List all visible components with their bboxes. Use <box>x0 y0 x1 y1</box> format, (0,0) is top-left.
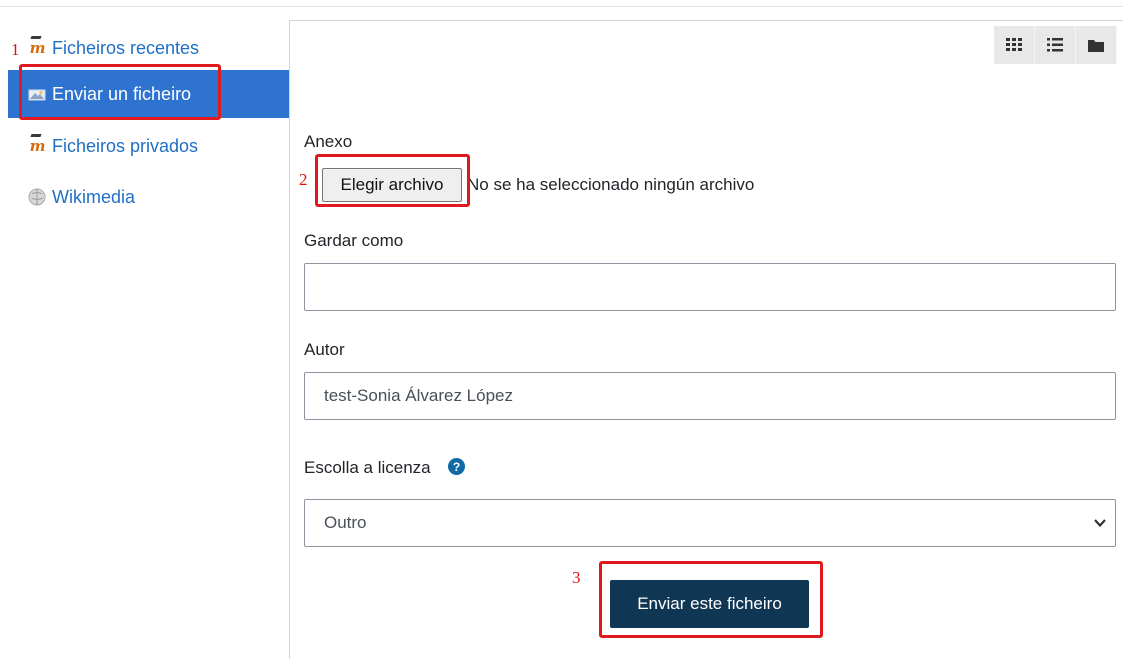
author-input[interactable] <box>304 372 1116 420</box>
grid-view-button[interactable] <box>994 26 1035 64</box>
upload-file-submit-button[interactable]: Enviar este ficheiro <box>610 580 809 628</box>
wikimedia-icon <box>26 186 48 208</box>
view-toggle-bar <box>994 26 1117 64</box>
list-view-icon <box>1047 38 1063 52</box>
grid-view-icon <box>1006 38 1022 52</box>
save-as-label: Gardar como <box>304 231 404 250</box>
choose-file-button[interactable]: Elegir archivo <box>322 168 462 202</box>
list-view-button[interactable] <box>1035 26 1076 64</box>
save-as-input[interactable] <box>304 263 1116 311</box>
panel-top-border <box>290 20 1123 21</box>
folder-view-button[interactable] <box>1076 26 1117 64</box>
chevron-down-icon <box>1093 515 1107 535</box>
sidebar-item-label: Wikimedia <box>52 186 136 207</box>
attachment-label: Anexo <box>304 132 353 151</box>
license-label: Escolla a licenza <box>304 458 431 477</box>
sidebar-item-wikimedia[interactable]: Wikimedia <box>8 173 289 221</box>
folder-view-icon <box>1088 39 1104 52</box>
sidebar-item-upload-file[interactable]: Enviar un ficheiro <box>8 70 289 118</box>
author-label: Autor <box>304 340 345 359</box>
annotation-number: 3 <box>572 568 581 587</box>
annotation-number: 1 <box>11 40 20 59</box>
sidebar-item-label: Ficheiros recentes <box>52 37 200 58</box>
help-icon[interactable]: ? <box>448 458 465 475</box>
file-status-text: No se ha seleccionado ningún archivo <box>467 175 755 194</box>
license-selected-value: Outro <box>324 513 367 532</box>
annotation-number: 2 <box>299 170 308 189</box>
upload-icon <box>26 83 48 105</box>
repository-sidebar: m Ficheiros recentes Enviar un ficheiro … <box>0 22 289 659</box>
sidebar-item-private-files[interactable]: m Ficheiros privados <box>8 122 289 170</box>
sidebar-item-recent-files[interactable]: m Ficheiros recentes <box>8 24 289 72</box>
moodle-icon: m <box>29 137 46 155</box>
top-divider <box>0 6 1123 7</box>
upload-panel <box>289 20 1123 659</box>
sidebar-item-label: Enviar un ficheiro <box>52 83 192 104</box>
moodle-icon: m <box>29 39 46 57</box>
sidebar-item-label: Ficheiros privados <box>52 135 199 156</box>
license-select[interactable]: Outro <box>304 499 1116 547</box>
